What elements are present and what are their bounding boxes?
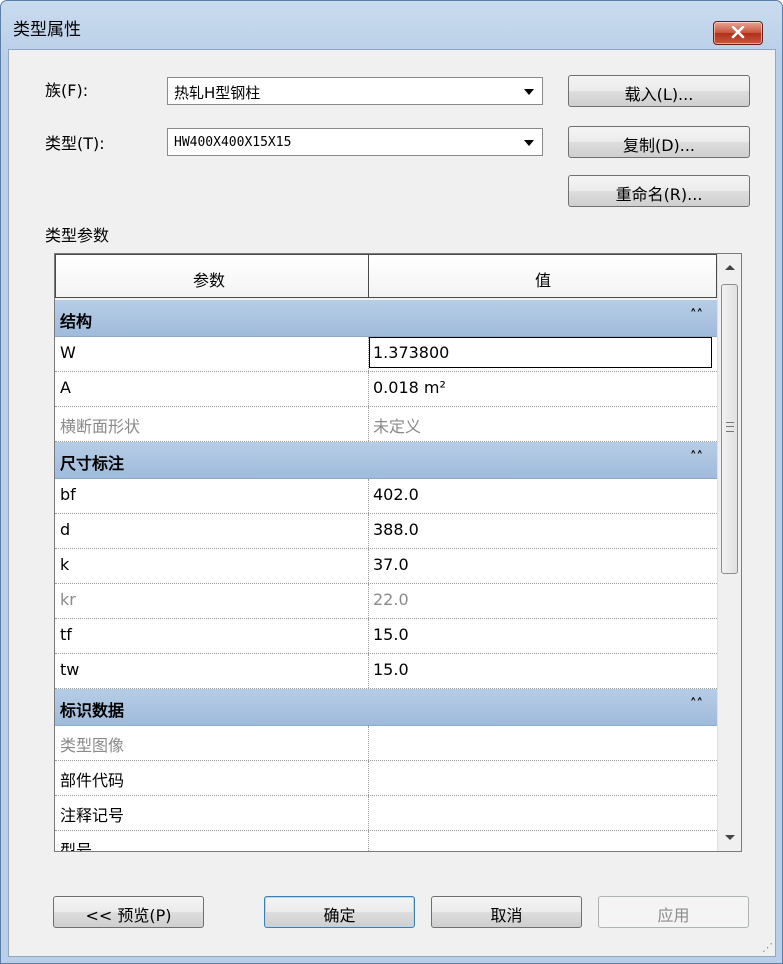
dialog-body: 族(F): 热轧H型钢柱 载入(L)... 类型(T): HW400X400X1… [8, 49, 776, 957]
cancel-button-label: 取消 [490, 906, 523, 925]
title-bar: 类型属性 [1, 1, 782, 49]
double-chevron-up-icon[interactable]: ˄˄ [690, 308, 703, 323]
param-value[interactable]: 15.0 [373, 625, 409, 644]
scroll-up-icon [725, 265, 735, 270]
window-title: 类型属性 [13, 20, 81, 40]
table-row[interactable]: W 1.373800 [55, 337, 717, 372]
category-label: 尺寸标注 [60, 454, 125, 473]
load-button-label: 载入(L)... [624, 85, 694, 104]
ok-button-label: 确定 [323, 906, 356, 925]
category-label: 标识数据 [60, 701, 125, 720]
scroll-down-icon [725, 835, 735, 840]
type-label: 类型(T): [45, 134, 105, 153]
double-chevron-up-icon[interactable]: ˄˄ [690, 697, 703, 712]
param-name: W [60, 343, 76, 362]
dropdown-arrow-icon [524, 89, 534, 95]
table-row[interactable]: 横断面形状 未定义 [55, 407, 717, 442]
load-button[interactable]: 载入(L)... [568, 75, 750, 107]
table-row[interactable]: A 0.018 m² [55, 372, 717, 407]
type-properties-window: 类型属性 族(F): 热轧H型钢柱 载入(L)... 类型(T): HW400X… [0, 0, 783, 964]
table-row[interactable]: tf 15.0 [55, 619, 717, 654]
double-chevron-up-icon[interactable]: ˄˄ [690, 450, 703, 465]
table-row[interactable]: 型号 [55, 831, 717, 852]
grid-rows: 结构 ˄˄ W 1.373800 A 0.018 m² 横断面形状 未定义 尺寸… [55, 300, 717, 852]
type-value: HW400X400X15X15 [174, 135, 292, 150]
cancel-button[interactable]: 取消 [431, 896, 582, 928]
param-name: 注释记号 [60, 806, 125, 825]
resize-grip-icon[interactable]: ⋰ [762, 941, 773, 954]
param-name: d [60, 520, 71, 539]
table-row[interactable]: 部件代码 [55, 761, 717, 796]
param-name: 部件代码 [60, 771, 125, 790]
column-divider [368, 619, 369, 653]
param-column-header[interactable]: 参数 [193, 267, 225, 291]
param-value: 22.0 [373, 590, 409, 609]
param-name: kr [60, 590, 76, 609]
table-row[interactable]: tw 15.0 [55, 654, 717, 689]
vertical-scrollbar[interactable] [717, 254, 741, 851]
column-divider [368, 407, 369, 441]
duplicate-button[interactable]: 复制(D)... [568, 126, 750, 158]
family-label: 族(F): [45, 81, 89, 100]
scrollbar-thumb[interactable] [721, 284, 738, 574]
param-value[interactable]: 15.0 [373, 660, 409, 679]
table-row[interactable]: bf 402.0 [55, 479, 717, 514]
table-row[interactable]: 注释记号 [55, 796, 717, 831]
param-value[interactable]: 402.0 [373, 485, 419, 504]
apply-button: 应用 [598, 896, 749, 928]
value-column-header[interactable]: 值 [535, 267, 551, 291]
grid-header: 参数 值 [55, 254, 717, 301]
rename-button[interactable]: 重命名(R)... [568, 175, 750, 207]
column-divider [368, 549, 369, 583]
column-divider [368, 831, 369, 851]
param-value[interactable]: 388.0 [373, 520, 419, 539]
param-value[interactable]: 1.373800 [373, 343, 449, 362]
category-label: 结构 [60, 312, 93, 331]
column-divider [368, 796, 369, 830]
type-parameters-grid: 参数 值 结构 ˄˄ W 1.373800 A 0.018 m² 横断面形状 未… [54, 253, 742, 852]
param-name: 型号 [60, 841, 93, 852]
dropdown-arrow-icon [524, 140, 534, 146]
family-dropdown[interactable]: 热轧H型钢柱 [167, 77, 543, 105]
scroll-down-button[interactable] [718, 823, 741, 851]
column-divider [368, 726, 369, 760]
param-value[interactable]: 0.018 m² [373, 378, 446, 397]
column-divider [368, 479, 369, 513]
rename-button-label: 重命名(R)... [615, 185, 703, 204]
param-value: 未定义 [373, 417, 422, 436]
param-value[interactable]: 37.0 [373, 555, 409, 574]
param-name: 横断面形状 [60, 417, 141, 436]
column-divider [368, 584, 369, 618]
apply-button-label: 应用 [657, 906, 690, 925]
scroll-up-button[interactable] [718, 254, 741, 282]
column-divider [368, 372, 369, 406]
table-row[interactable]: 类型图像 [55, 726, 717, 761]
param-name: tf [60, 625, 72, 644]
category-row-structure[interactable]: 结构 ˄˄ [55, 300, 717, 337]
param-name: bf [60, 485, 76, 504]
category-row-identity-data[interactable]: 标识数据 ˄˄ [55, 689, 717, 726]
preview-button[interactable]: << 预览(P) [53, 896, 204, 928]
close-button[interactable] [713, 21, 763, 45]
column-divider [368, 761, 369, 795]
type-parameters-label: 类型参数 [45, 226, 110, 245]
grip-icon [726, 422, 734, 432]
column-divider [368, 514, 369, 548]
preview-button-label: << 预览(P) [85, 906, 172, 925]
param-name: k [60, 555, 70, 574]
param-name: tw [60, 660, 80, 679]
param-name: A [60, 378, 71, 397]
duplicate-button-label: 复制(D)... [622, 136, 696, 155]
table-row[interactable]: kr 22.0 [55, 584, 717, 619]
param-name: 类型图像 [60, 736, 125, 755]
category-row-dimensions[interactable]: 尺寸标注 ˄˄ [55, 442, 717, 479]
table-row[interactable]: d 388.0 [55, 514, 717, 549]
table-row[interactable]: k 37.0 [55, 549, 717, 584]
ok-button[interactable]: 确定 [264, 896, 415, 928]
column-divider [368, 654, 369, 688]
family-value: 热轧H型钢柱 [174, 84, 261, 102]
close-icon [731, 26, 745, 39]
type-dropdown[interactable]: HW400X400X15X15 [167, 128, 543, 156]
